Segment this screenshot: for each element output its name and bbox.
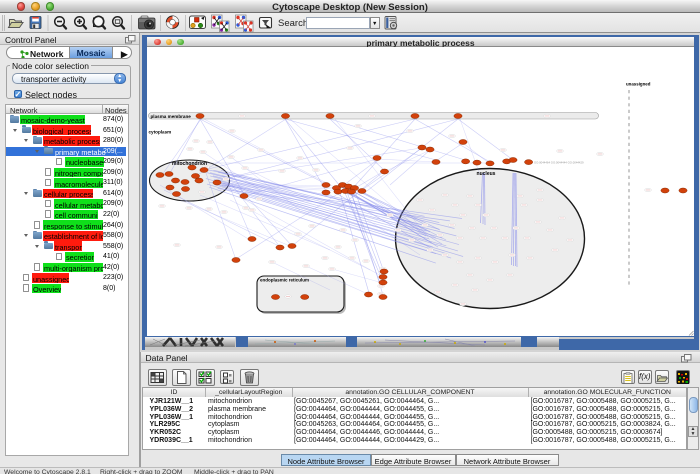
svg-text:nucleus: nucleus [477,171,496,177]
svg-text:unassigned: unassigned [626,82,651,87]
svg-text:mitochondrion: mitochondrion [172,161,207,167]
svg-text:GO:0044464 GO:0044444 GO:00444: GO:0044464 GO:0044444 GO:0044429 [534,161,584,165]
svg-text:endoplasmic reticulum: endoplasmic reticulum [260,278,309,283]
svg-text:cytoplasm: cytoplasm [149,130,172,135]
svg-text:plasma membrane: plasma membrane [151,114,192,119]
